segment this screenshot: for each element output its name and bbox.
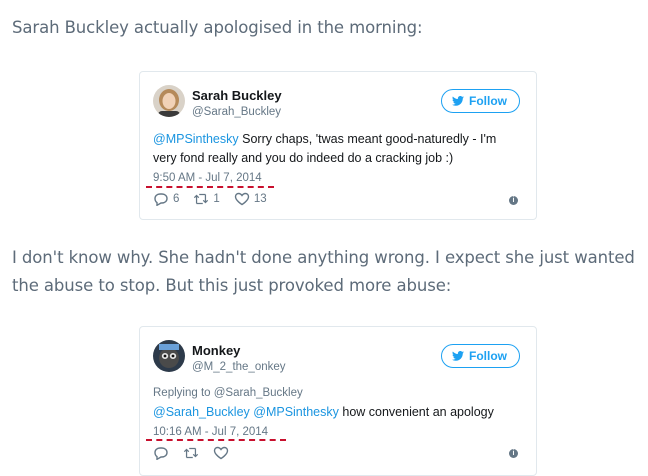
reply-action[interactable] [153, 446, 169, 460]
follow-label: Follow [469, 349, 507, 363]
tweet-actions: 6 1 13 [153, 192, 267, 206]
twitter-bird-icon [452, 351, 464, 361]
user-handle[interactable]: @M_2_the_onkey [192, 361, 286, 373]
avatar[interactable] [153, 340, 185, 372]
mention-link[interactable]: @MPSinthesky [253, 405, 339, 419]
tweet-text: @MPSinthesky Sorry chaps, 'twas meant go… [153, 130, 523, 168]
article-paragraph-1: Sarah Buckley actually apologised in the… [12, 18, 423, 37]
user-handle[interactable]: @Sarah_Buckley [192, 106, 281, 118]
tweet-timestamp[interactable]: 10:16 AM - Jul 7, 2014 [153, 426, 268, 438]
follow-button[interactable]: Follow [441, 344, 520, 368]
info-icon[interactable]: i [509, 196, 518, 205]
retweet-icon [194, 193, 209, 205]
article-paragraph-2: I don't know why. She hadn't done anythi… [12, 248, 635, 295]
heart-icon [234, 192, 250, 206]
replying-to-prefix: Replying to [153, 387, 214, 399]
tweet-timestamp[interactable]: 9:50 AM - Jul 7, 2014 [153, 172, 262, 184]
replying-to: Replying to @Sarah_Buckley [153, 387, 303, 399]
reply-action[interactable]: 6 [153, 192, 179, 206]
twitter-bird-icon [452, 96, 464, 106]
tweet-text: @Sarah_Buckley @MPSinthesky how convenie… [153, 403, 523, 422]
heart-icon [213, 446, 229, 460]
follow-button[interactable]: Follow [441, 89, 520, 113]
like-count: 13 [253, 193, 267, 205]
reply-icon [154, 447, 168, 460]
replying-to-link[interactable]: @Sarah_Buckley [214, 387, 303, 399]
follow-label: Follow [469, 94, 507, 108]
retweet-icon [183, 447, 199, 459]
tweet-body: how convenient an apology [338, 405, 494, 419]
user-name[interactable]: Sarah Buckley [192, 88, 282, 103]
tweet-actions [153, 446, 229, 460]
user-name[interactable]: Monkey [192, 343, 240, 358]
mention-link[interactable]: @Sarah_Buckley [153, 405, 250, 419]
timestamp-highlight [146, 439, 286, 441]
info-icon[interactable]: i [509, 449, 518, 458]
embedded-tweet-sarah: Sarah Buckley @Sarah_Buckley Follow @MPS… [139, 71, 537, 220]
embedded-tweet-monkey: Monkey @M_2_the_onkey Follow Replying to… [139, 326, 537, 476]
like-action[interactable]: 13 [234, 192, 267, 206]
avatar[interactable] [153, 85, 185, 117]
mention-link[interactable]: @MPSinthesky [153, 132, 239, 146]
retweet-action[interactable] [183, 446, 199, 460]
reply-icon [154, 193, 168, 206]
like-action[interactable] [213, 446, 229, 460]
reply-count: 6 [173, 193, 180, 205]
timestamp-highlight [146, 186, 274, 188]
retweet-action[interactable]: 1 [193, 192, 220, 206]
retweet-count: 1 [213, 193, 220, 205]
